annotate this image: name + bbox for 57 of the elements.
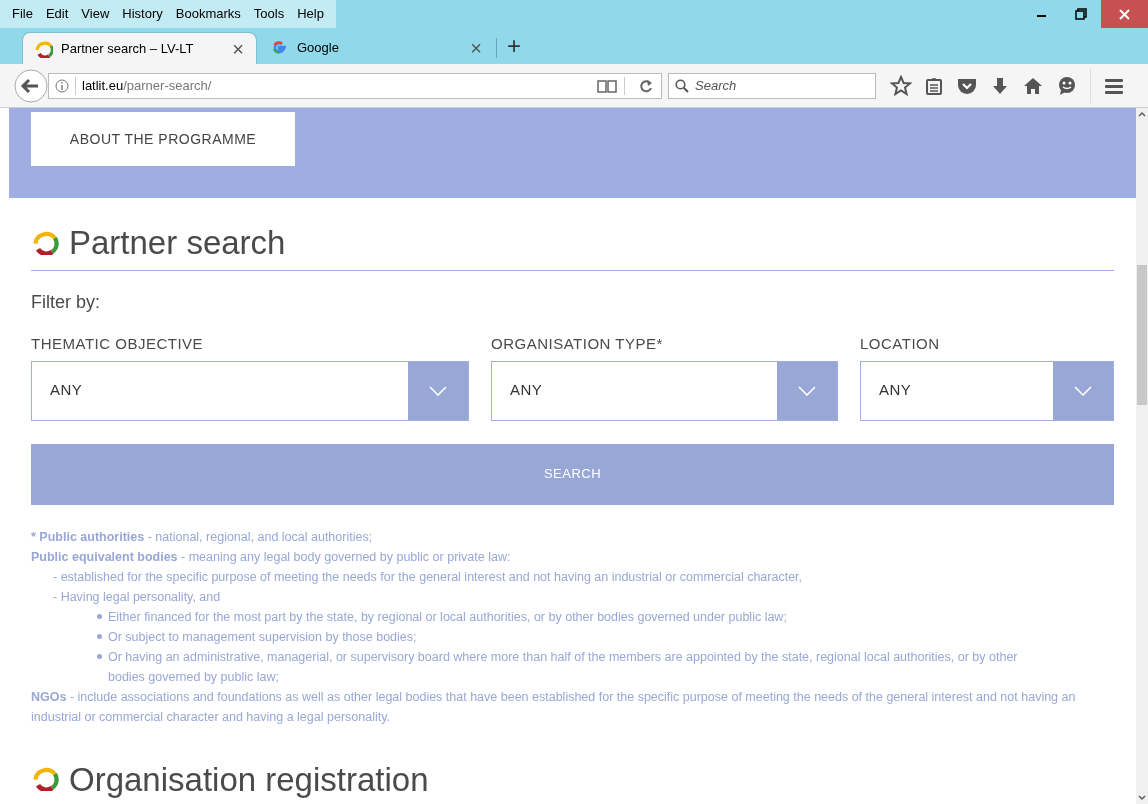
filter-label: Filter by:: [31, 291, 101, 314]
google-icon: [271, 39, 289, 57]
scrollbar[interactable]: [1136, 108, 1148, 804]
menu-item[interactable]: Tools: [251, 4, 287, 24]
bullet-icon: [97, 654, 102, 659]
footnote-text: Public equivalent bodies - meaning any legal body governed by public or private law:: [31, 548, 512, 566]
filter-label: THEMATIC OBJECTIVE: [31, 334, 205, 354]
footnote-text: NGOs - include associations and foundations as well as other legal bodies that have been established for the specific purpose of meeting the needs of the general interest and not having an industrial or commercial character and having a legal personality.: [31, 688, 1077, 726]
bullet-icon: [97, 634, 102, 639]
info-icon: [55, 78, 69, 93]
chevron-down-icon: [1074, 385, 1092, 396]
about-the-programme-button[interactable]: ABOUT THE PROGRAMME: [31, 112, 295, 166]
filter-label: ORGANISATION TYPE*: [491, 334, 664, 354]
footnote-text: - Having legal personality, and: [52, 588, 222, 606]
address-bar[interactable]: latlit.eu/parner-search/: [48, 72, 662, 99]
footnote-text: Either financed for the most part by the state, by regional or local authorities, or by other bodies governed under public law;: [108, 608, 788, 626]
search-field[interactable]: Search: [668, 72, 876, 99]
search-icon: [675, 78, 689, 93]
menu-item[interactable]: Help: [295, 4, 326, 24]
bullet-icon: [97, 614, 102, 619]
home-icon[interactable]: [1022, 75, 1044, 96]
tab-title: Partner search – LV-LT: [61, 39, 195, 58]
menu-item[interactable]: Edit: [43, 4, 71, 24]
footnote-text: * Public authorities - national, regional, and local authorities;: [31, 528, 374, 546]
download-icon[interactable]: [990, 75, 1010, 96]
section-heading: Partner search: [69, 226, 286, 259]
tab[interactable]: Partner search – LV-LT ×: [22, 32, 257, 64]
new-tab-button[interactable]: +: [507, 34, 521, 58]
dropdown[interactable]: ANY: [491, 360, 838, 421]
scrollbar-thumb[interactable]: [1137, 265, 1147, 405]
url-text: latlit.eu/parner-search/: [82, 76, 213, 95]
tab-title: Google: [297, 39, 340, 58]
footnote-text: - established for the specific purpose of meeting the needs for the general interest and not having an industrial or commercial character,: [52, 568, 804, 586]
section-heading: Organisation registration: [69, 762, 429, 796]
chat-icon[interactable]: [1056, 74, 1078, 97]
clipboard-icon[interactable]: [924, 75, 944, 96]
chevron-down-icon: [798, 385, 816, 396]
logo-icon: [31, 767, 61, 791]
close-icon[interactable]: [1101, 0, 1148, 28]
dropdown[interactable]: ANY: [31, 360, 469, 421]
reader-view-icon[interactable]: [596, 77, 618, 94]
footnote-text: Or having an administrative, managerial, or supervisory board where more than half of the members are appointed by the state, regional local authorities, or by other bodies governed by public law;: [108, 648, 1019, 686]
tab-close-button[interactable]: ×: [232, 38, 244, 59]
menu-item[interactable]: File: [10, 4, 35, 24]
menu-item[interactable]: View: [79, 4, 112, 24]
chevron-down-icon: [429, 385, 447, 396]
menu-item[interactable]: Bookmarks: [173, 4, 243, 24]
menu-item[interactable]: History: [120, 4, 165, 24]
logo-icon: [31, 230, 61, 255]
filter-label: LOCATION: [860, 334, 941, 354]
site-logo-icon: [35, 39, 53, 58]
back-icon[interactable]: [14, 68, 48, 103]
dropdown[interactable]: ANY: [860, 360, 1114, 421]
tab-close-button[interactable]: ×: [470, 38, 482, 58]
tab[interactable]: Google ×: [259, 32, 494, 64]
star-icon[interactable]: [890, 74, 912, 97]
footnote-text: Or subject to management supervision by those bodies;: [108, 628, 418, 646]
